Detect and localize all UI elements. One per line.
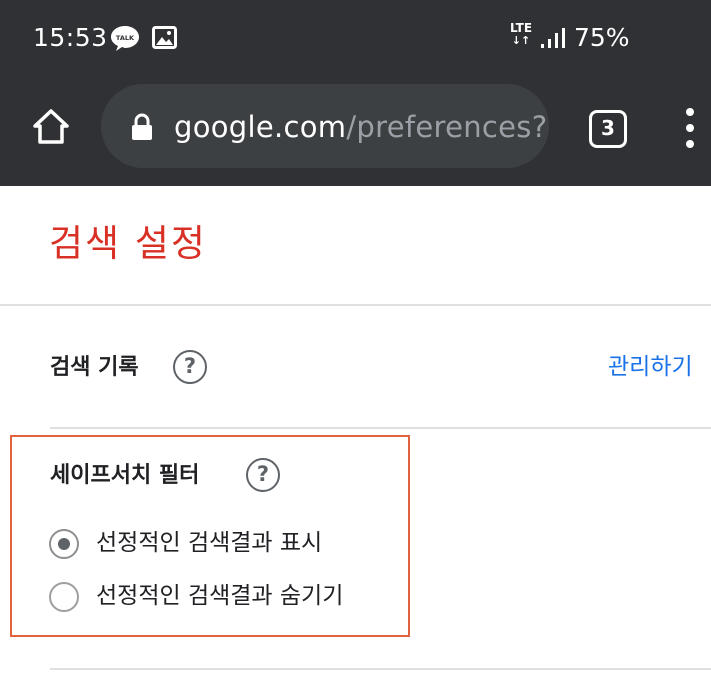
radio-hide-explicit-label[interactable]: 선정적인 검색결과 숨기기 — [96, 581, 343, 611]
radio-hide-explicit[interactable] — [49, 582, 79, 612]
help-icon[interactable]: ? — [246, 458, 280, 492]
safesearch-filter-label: 세이프서치 필터 — [50, 463, 200, 488]
status-time: 15:53 — [33, 23, 108, 52]
lte-icon: LTE ↓↑ — [509, 21, 533, 47]
tab-switcher-button[interactable]: 3 — [589, 110, 627, 148]
help-icon[interactable]: ? — [173, 350, 207, 384]
battery-level: 75% — [574, 23, 630, 52]
lock-icon — [132, 113, 152, 140]
divider — [50, 668, 711, 670]
signal-icon — [541, 28, 565, 48]
more-vert-icon[interactable] — [676, 106, 704, 150]
page-title: 검색 설정 — [49, 222, 207, 265]
radio-show-explicit-label[interactable]: 선정적인 검색결과 표시 — [96, 528, 322, 558]
talk-badge-text: TALK — [116, 34, 135, 42]
url-domain: google.com — [174, 110, 347, 144]
gallery-icon — [152, 26, 177, 49]
status-bar: 15:53 TALK LTE ↓↑ 75% — [0, 0, 711, 78]
address-bar[interactable]: google.com/preferences?l — [101, 84, 549, 168]
manage-history-link[interactable]: 관리하기 — [608, 352, 693, 382]
divider — [0, 304, 711, 306]
radio-selected-dot — [58, 538, 70, 550]
home-icon[interactable] — [30, 106, 72, 148]
radio-show-explicit[interactable] — [49, 529, 79, 559]
browser-toolbar: google.com/preferences?l 3 — [0, 78, 711, 186]
divider — [50, 427, 711, 429]
url-path: /preferences?l — [346, 110, 549, 144]
url-text[interactable]: google.com/preferences?l — [174, 108, 549, 146]
search-history-label: 검색 기록 — [50, 355, 139, 380]
kakaotalk-icon: TALK — [111, 26, 139, 51]
